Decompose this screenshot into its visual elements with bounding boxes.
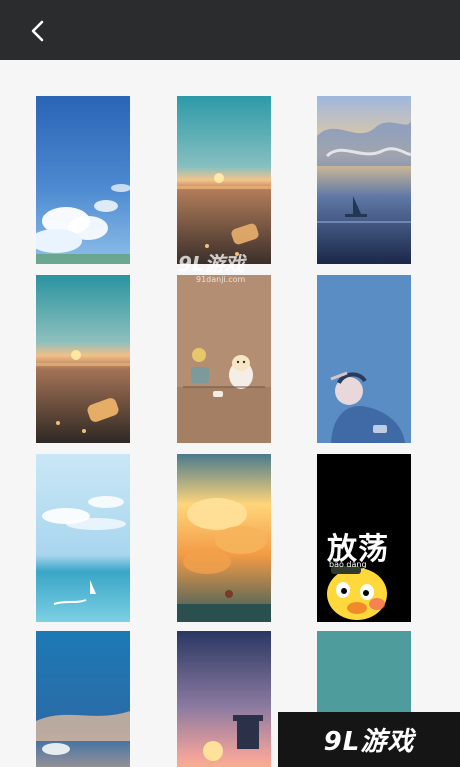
wallpaper-thumb-blue-sea[interactable] — [36, 631, 130, 767]
wallpaper-thumb-cats-tea[interactable] — [177, 275, 271, 443]
back-button[interactable] — [22, 14, 56, 48]
wallpaper-thumb-duck-text[interactable]: 放荡 bāo dàng — [317, 454, 411, 622]
wallpaper-thumb-sunset-clouds[interactable] — [177, 454, 271, 622]
wallpaper-thumb-girl-hoodie[interactable] — [317, 275, 411, 443]
wallpaper-subtext: bāo dàng — [329, 560, 367, 569]
wallpaper-thumb-sky-clouds[interactable] — [36, 96, 130, 264]
wallpaper-thumb-dusk-sunset[interactable] — [177, 631, 271, 767]
wallpaper-grid: 放荡 bāo dàng 9L游戏 91danji.com — [0, 60, 460, 767]
watermark-corner-logo: 9L游戏 — [278, 712, 460, 767]
watermark-corner-text: 9L游戏 — [323, 727, 415, 757]
wallpaper-thumb-stormy-boat[interactable] — [317, 96, 411, 264]
chevron-left-icon — [22, 14, 56, 48]
watermark-main-text: 9L游戏 — [178, 252, 245, 276]
watermark-overlay: 9L游戏 91danji.com — [178, 248, 278, 294]
top-app-bar — [0, 0, 460, 60]
wallpaper-thumb-beach-sunset[interactable] — [177, 96, 271, 264]
watermark-sub-text: 91danji.com — [196, 275, 246, 284]
wallpaper-thumb-sea-sailboat[interactable] — [36, 454, 130, 622]
wallpaper-thumb-beach-sunset-2[interactable] — [36, 275, 130, 443]
